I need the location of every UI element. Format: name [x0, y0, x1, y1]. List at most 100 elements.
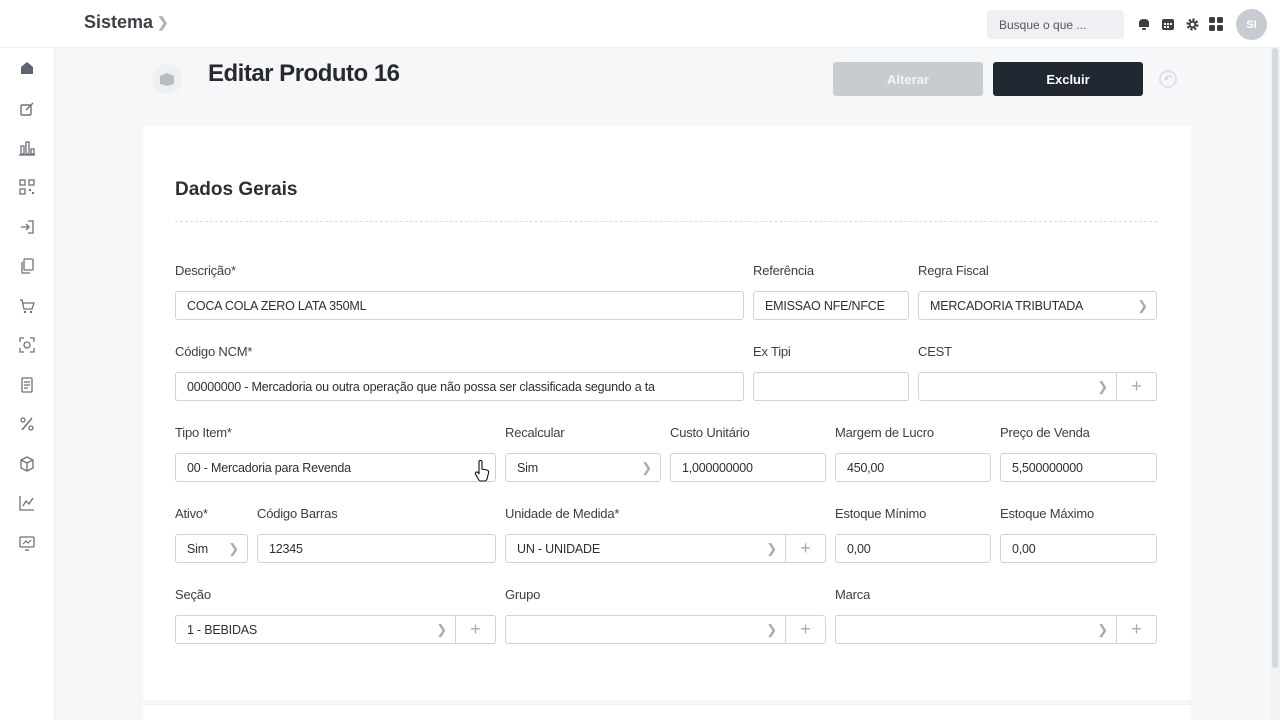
ex-tipi-input[interactable]: [753, 372, 909, 401]
avatar[interactable]: SI: [1236, 9, 1267, 40]
app-title-label: Sistema: [84, 12, 154, 32]
cart-icon[interactable]: [17, 296, 37, 316]
codigo-barras-input[interactable]: 12345: [257, 534, 496, 563]
ex-tipi-label: Ex Tipi: [753, 344, 791, 359]
chart-line-icon[interactable]: [17, 493, 37, 513]
estoque-minimo-label: Estoque Mínimo: [835, 506, 927, 521]
page-title: Editar Produto 16: [208, 60, 400, 87]
regra-fiscal-select[interactable]: MERCADORIA TRIBUTADA ❯: [918, 291, 1157, 320]
ativo-select[interactable]: Sim ❯: [175, 534, 248, 563]
unidade-medida-value: UN - UNIDADE: [517, 541, 601, 556]
cest-select[interactable]: ❯: [918, 372, 1117, 401]
preco-venda-label: Preço de Venda: [1000, 425, 1090, 440]
preco-venda-input[interactable]: 5,500000000: [1000, 453, 1157, 482]
custo-unitario-label: Custo Unitário: [670, 425, 750, 440]
qr-code-icon[interactable]: [17, 177, 37, 197]
document-icon[interactable]: [17, 375, 37, 395]
gear-icon[interactable]: [1184, 14, 1200, 34]
apps-grid-icon[interactable]: [1208, 14, 1224, 34]
chevron-right-icon: ❯: [1097, 379, 1108, 394]
recalcular-select[interactable]: Sim ❯: [505, 453, 661, 482]
ativo-value: Sim: [187, 541, 208, 556]
plus-icon: +: [1131, 619, 1142, 639]
section-title: Dados Gerais: [175, 179, 298, 200]
descricao-input[interactable]: COCA COLA ZERO LATA 350ML: [175, 291, 744, 320]
estoque-maximo-label: Estoque Máximo: [1000, 506, 1095, 521]
recalcular-value: Sim: [517, 460, 538, 475]
alterar-button[interactable]: Alterar: [833, 62, 983, 96]
marca-select[interactable]: ❯: [835, 615, 1117, 644]
grupo-add-button[interactable]: +: [786, 615, 826, 644]
chevron-right-icon: ❯: [641, 460, 652, 475]
top-bar: Sistema ❯ SI: [0, 0, 1280, 48]
scrollbar[interactable]: [1270, 48, 1280, 720]
cest-add-button[interactable]: +: [1117, 372, 1157, 401]
calendar-icon[interactable]: [1160, 14, 1176, 34]
monitor-chart-icon[interactable]: [17, 533, 37, 553]
margem-lucro-label: Margem de Lucro: [835, 425, 934, 440]
marca-label: Marca: [835, 587, 871, 602]
sidebar: [0, 48, 55, 720]
estoque-maximo-value: 0,00: [1012, 541, 1036, 556]
undo-icon[interactable]: ↶: [1159, 70, 1177, 88]
secao-add-button[interactable]: +: [456, 615, 496, 644]
section-divider: [175, 221, 1157, 222]
regra-fiscal-label: Regra Fiscal: [918, 263, 989, 278]
excluir-button[interactable]: Excluir: [993, 62, 1143, 96]
next-section-card: [143, 704, 1191, 720]
cest-label: CEST: [918, 344, 952, 359]
notification-icon[interactable]: [1136, 14, 1152, 34]
referencia-value: EMISSAO NFE/NFCE: [765, 298, 885, 313]
tipo-item-label: Tipo Item*: [175, 425, 232, 440]
referencia-label: Referência: [753, 263, 814, 278]
chevron-right-icon: ❯: [157, 14, 169, 30]
scrollbar-thumb[interactable]: [1272, 48, 1278, 668]
estoque-minimo-input[interactable]: 0,00: [835, 534, 991, 563]
scan-icon[interactable]: [17, 335, 37, 355]
form-card: [143, 126, 1191, 700]
copy-icon[interactable]: [17, 256, 37, 276]
custo-unitario-input[interactable]: 1,000000000: [670, 453, 826, 482]
unidade-medida-select[interactable]: UN - UNIDADE ❯: [505, 534, 786, 563]
custo-unitario-value: 1,000000000: [682, 460, 753, 475]
descricao-value: COCA COLA ZERO LATA 350ML: [187, 298, 367, 313]
login-icon[interactable]: [17, 217, 37, 237]
box-icon[interactable]: [17, 454, 37, 474]
unidade-medida-label: Unidade de Medida*: [505, 506, 620, 521]
codigo-ncm-label: Código NCM*: [175, 344, 253, 359]
codigo-barras-value: 12345: [269, 541, 303, 556]
grupo-select[interactable]: ❯: [505, 615, 786, 644]
estoque-maximo-input[interactable]: 0,00: [1000, 534, 1157, 563]
chart-bar-icon[interactable]: [17, 138, 37, 158]
margem-lucro-value: 450,00: [847, 460, 885, 475]
marca-add-button[interactable]: +: [1117, 615, 1157, 644]
product-icon: [152, 64, 182, 94]
secao-value: 1 - BEBIDAS: [187, 622, 258, 637]
home-icon[interactable]: [17, 58, 37, 78]
chevron-right-icon: ❯: [766, 541, 777, 556]
regra-fiscal-value: MERCADORIA TRIBUTADA: [930, 298, 1084, 313]
chevron-right-icon: ❯: [1137, 298, 1148, 313]
search-input[interactable]: [987, 10, 1124, 39]
chevron-right-icon: ❯: [766, 622, 777, 637]
percent-icon[interactable]: [17, 414, 37, 434]
codigo-ncm-value: 00000000 - Mercadoria ou outra operação …: [187, 379, 655, 394]
referencia-input[interactable]: EMISSAO NFE/NFCE: [753, 291, 909, 320]
grupo-label: Grupo: [505, 587, 541, 602]
secao-select[interactable]: 1 - BEBIDAS ❯: [175, 615, 456, 644]
edit-icon[interactable]: [17, 99, 37, 119]
codigo-ncm-input[interactable]: 00000000 - Mercadoria ou outra operação …: [175, 372, 744, 401]
unidade-medida-add-button[interactable]: +: [786, 534, 826, 563]
chevron-right-icon: ❯: [228, 541, 239, 556]
plus-icon: +: [1131, 376, 1142, 396]
chevron-right-icon: ❯: [1097, 622, 1108, 637]
app-title[interactable]: Sistema ❯: [84, 12, 169, 33]
ativo-label: Ativo*: [175, 506, 208, 521]
margem-lucro-input[interactable]: 450,00: [835, 453, 991, 482]
descricao-label: Descrição*: [175, 263, 236, 278]
tipo-item-select[interactable]: 00 - Mercadoria para Revenda: [175, 453, 496, 482]
top-icons: [1136, 14, 1224, 34]
plus-icon: +: [800, 538, 811, 558]
recalcular-label: Recalcular: [505, 425, 565, 440]
plus-icon: +: [800, 619, 811, 639]
